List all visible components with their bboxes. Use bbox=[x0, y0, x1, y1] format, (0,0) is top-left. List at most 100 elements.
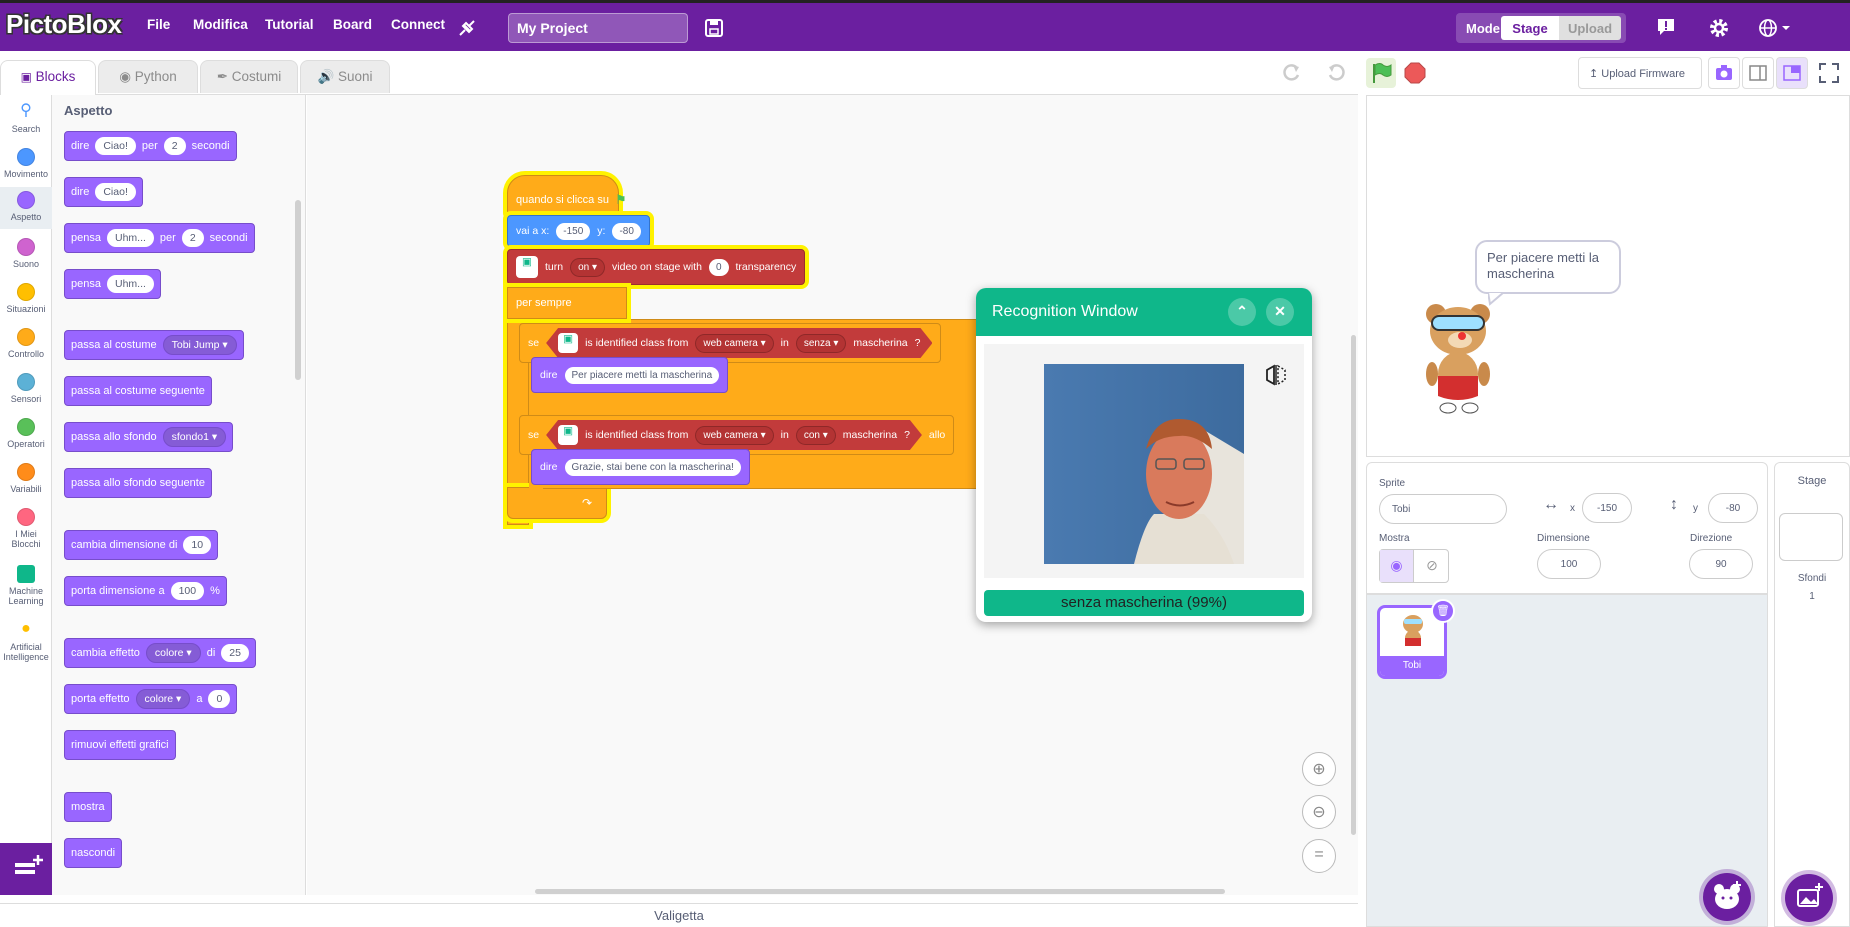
block-dropdown[interactable]: con ▾ bbox=[796, 426, 836, 445]
menu-file[interactable]: File bbox=[147, 17, 170, 32]
palette-scrollbar[interactable] bbox=[295, 200, 301, 380]
zoom-out-button[interactable]: ⊖ bbox=[1302, 795, 1336, 829]
zoom-reset-button[interactable]: = bbox=[1302, 839, 1336, 873]
turn-video-block[interactable]: ▣ turn on ▾ video on stage with 0 transp… bbox=[507, 249, 806, 285]
block-say[interactable]: dire Ciao! bbox=[64, 177, 143, 207]
collapse-button[interactable]: ⌃ bbox=[1228, 298, 1256, 326]
fullscreen-icon[interactable] bbox=[1818, 62, 1840, 84]
category-artificial-intelligence[interactable]: ● Artificial Intelligence bbox=[0, 621, 52, 663]
block-input[interactable]: 100 bbox=[170, 582, 205, 600]
goto-xy-block[interactable]: vai a x: -150 y: -80 bbox=[507, 215, 650, 247]
menu-board[interactable]: Board bbox=[333, 17, 372, 32]
block-clear-effects[interactable]: rimuovi effetti grafici bbox=[64, 730, 176, 760]
undo-icon[interactable] bbox=[1325, 63, 1347, 83]
block-next-backdrop[interactable]: passa allo sfondo seguente bbox=[64, 468, 212, 498]
category-movimento[interactable]: Movimento bbox=[0, 148, 52, 179]
block-dropdown[interactable]: web camera ▾ bbox=[695, 334, 773, 353]
block-input[interactable]: Ciao! bbox=[95, 183, 136, 201]
add-sprite-button[interactable] bbox=[1703, 873, 1751, 921]
category-operatori[interactable]: Operatori bbox=[0, 418, 52, 449]
say-block-1[interactable]: dire Per piacere metti la mascherina bbox=[531, 357, 729, 393]
category-machine-learning[interactable]: Machine Learning bbox=[0, 565, 52, 606]
say-block-2[interactable]: dire Grazie, stai bene con la mascherina… bbox=[531, 449, 750, 485]
block-switch-backdrop[interactable]: passa allo sfondo sfondo1 ▾ bbox=[64, 422, 234, 452]
tobi-sprite[interactable] bbox=[1414, 296, 1504, 416]
tab-sounds[interactable]: 🔊 Suoni bbox=[300, 60, 390, 93]
block-set-size[interactable]: porta dimensione a 100% bbox=[64, 576, 227, 606]
workspace-vertical-scrollbar[interactable] bbox=[1351, 335, 1356, 835]
when-flag-clicked-block[interactable]: quando si clicca su ⚑ bbox=[507, 175, 627, 217]
menu-tutorial[interactable]: Tutorial bbox=[265, 17, 314, 32]
delete-sprite-button[interactable]: 🗑 bbox=[1431, 599, 1455, 623]
mode-stage-button[interactable]: Stage bbox=[1501, 16, 1559, 40]
block-input[interactable]: Per piacere metti la mascherina bbox=[564, 366, 720, 384]
block-switch-costume[interactable]: passa al costume Tobi Jump ▾ bbox=[64, 330, 244, 360]
category-controllo[interactable]: Controllo bbox=[0, 328, 52, 359]
category-sensori[interactable]: Sensori bbox=[0, 373, 52, 404]
stage-thumbnail[interactable] bbox=[1779, 513, 1843, 561]
direction-input[interactable]: 90 bbox=[1689, 549, 1753, 579]
tab-blocks[interactable]: ▣ Blocks bbox=[0, 60, 96, 95]
menu-connect[interactable]: Connect bbox=[391, 17, 445, 32]
green-flag-button[interactable] bbox=[1366, 58, 1396, 88]
block-dropdown[interactable]: sfondo1 ▾ bbox=[162, 427, 227, 447]
category-my-blocks[interactable]: I Miei Blocchi bbox=[0, 508, 52, 549]
zoom-in-button[interactable]: ⊕ bbox=[1302, 752, 1336, 786]
block-input[interactable]: -150 bbox=[556, 222, 591, 240]
block-input[interactable]: Ciao! bbox=[95, 137, 136, 155]
plug-icon[interactable] bbox=[456, 17, 478, 39]
block-think-for-secs[interactable]: pensa Uhm... per 2 secondi bbox=[64, 223, 255, 253]
block-input[interactable]: 2 bbox=[163, 137, 186, 155]
show-eye-button[interactable]: ◉ bbox=[1380, 550, 1414, 582]
recognition-window-header[interactable]: Recognition Window bbox=[976, 288, 1312, 336]
small-stage-button[interactable] bbox=[1742, 57, 1774, 89]
block-change-effect[interactable]: cambia effetto colore ▾ di 25 bbox=[64, 638, 256, 668]
block-dropdown[interactable]: Tobi Jump ▾ bbox=[162, 335, 237, 355]
project-title-input[interactable]: My Project bbox=[508, 13, 688, 43]
category-search[interactable]: ⚲ Search bbox=[0, 103, 52, 135]
block-input[interactable]: 25 bbox=[221, 644, 249, 662]
sprite-name-input[interactable]: Tobi bbox=[1379, 494, 1507, 524]
stage-target-panel[interactable]: Stage Sfondi 1 bbox=[1774, 462, 1850, 927]
redo-icon[interactable] bbox=[1281, 63, 1303, 83]
add-backdrop-button[interactable] bbox=[1785, 874, 1833, 922]
tab-python[interactable]: ◉ Python bbox=[98, 60, 198, 93]
identified-class-condition-1[interactable]: ▣ is identified class from web camera ▾ … bbox=[546, 328, 932, 358]
block-input[interactable]: -80 bbox=[612, 222, 641, 240]
block-input[interactable]: 10 bbox=[183, 536, 212, 554]
menu-modifica[interactable]: Modifica bbox=[193, 17, 248, 32]
block-set-effect[interactable]: porta effetto colore ▾ a 0 bbox=[64, 684, 238, 714]
x-position-input[interactable]: -150 bbox=[1582, 493, 1632, 523]
hide-eye-button[interactable]: ⊘ bbox=[1415, 550, 1449, 582]
block-dropdown[interactable]: web camera ▾ bbox=[695, 426, 773, 445]
feedback-icon[interactable] bbox=[1656, 17, 1676, 37]
size-input[interactable]: 100 bbox=[1537, 549, 1601, 579]
block-dropdown[interactable]: colore ▾ bbox=[135, 689, 191, 709]
gear-icon[interactable] bbox=[1708, 17, 1730, 39]
mode-upload-button[interactable]: Upload bbox=[1559, 16, 1621, 40]
backpack[interactable]: Valigetta bbox=[0, 903, 1358, 927]
block-think[interactable]: pensa Uhm... bbox=[64, 269, 161, 299]
block-dropdown[interactable]: senza ▾ bbox=[796, 334, 847, 353]
block-say-for-secs[interactable]: dire Ciao! per 2 secondi bbox=[64, 131, 237, 161]
stop-icon[interactable] bbox=[1404, 62, 1426, 84]
block-input[interactable]: 2 bbox=[181, 229, 204, 247]
identified-class-condition-2[interactable]: ▣ is identified class from web camera ▾ … bbox=[546, 420, 922, 450]
block-input[interactable]: 0 bbox=[208, 690, 231, 708]
block-input[interactable]: Uhm... bbox=[106, 275, 154, 293]
block-show[interactable]: mostra bbox=[64, 792, 112, 822]
category-aspetto[interactable]: Aspetto bbox=[0, 187, 52, 229]
block-input[interactable]: 0 bbox=[708, 258, 729, 276]
block-change-size[interactable]: cambia dimensione di 10 bbox=[64, 530, 219, 560]
flip-camera-icon[interactable] bbox=[1264, 364, 1288, 386]
block-input[interactable]: Uhm... bbox=[106, 229, 154, 247]
language-globe-icon[interactable] bbox=[1758, 17, 1792, 39]
pictoblox-logo[interactable]: PictoBlox bbox=[6, 9, 122, 41]
block-input[interactable]: Grazie, stai bene con la mascherina! bbox=[564, 458, 741, 476]
tab-costumes[interactable]: ✒ Costumi bbox=[200, 60, 298, 93]
category-suono[interactable]: Suono bbox=[0, 238, 52, 269]
category-situazioni[interactable]: Situazioni bbox=[0, 283, 52, 314]
block-dropdown[interactable]: on ▾ bbox=[570, 257, 606, 277]
block-dropdown[interactable]: colore ▾ bbox=[145, 643, 201, 663]
workspace-horizontal-scrollbar[interactable] bbox=[535, 889, 1225, 894]
